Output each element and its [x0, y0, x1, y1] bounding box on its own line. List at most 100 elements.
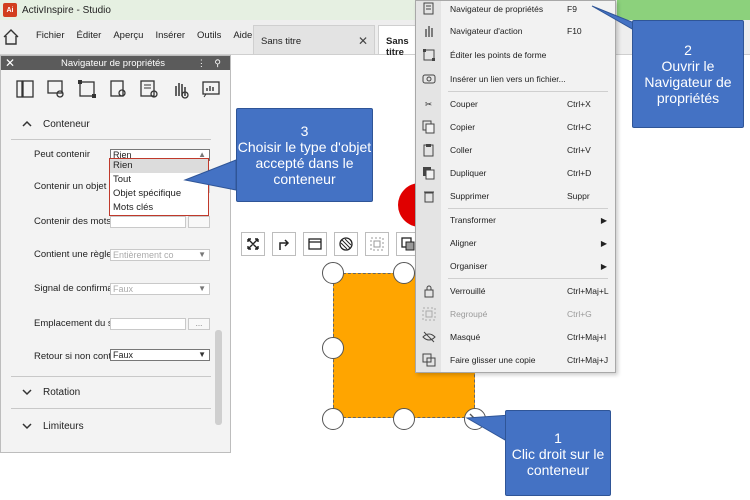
copy-icon: [416, 116, 441, 138]
menu-item-aligner[interactable]: Aligner ▶: [416, 232, 615, 254]
callout-text: Clic droit sur le conteneur: [511, 446, 605, 478]
menu-inserer[interactable]: Insérer: [155, 30, 185, 41]
menu-item-label: Aligner: [450, 238, 477, 248]
chevron-down-icon: ▼: [198, 250, 206, 259]
duplicate-icon: [416, 162, 441, 184]
menu-apercu[interactable]: Aperçu: [113, 30, 143, 41]
menu-item-regroupe[interactable]: Regroupé Ctrl+G: [416, 303, 615, 325]
option-objet-specifique[interactable]: Objet spécifique: [110, 187, 208, 201]
menu-item-label: Organiser: [450, 261, 488, 271]
menu-item-label: Éditer les points de forme: [450, 50, 547, 60]
resize-handle-top-left[interactable]: [322, 262, 344, 284]
panel-header: ✕ Navigateur de propriétés ⋮ ⚲: [1, 56, 230, 70]
panel-title: Navigateur de propriétés: [61, 57, 166, 69]
menu-item-shortcut: Ctrl+G: [567, 309, 592, 319]
menu-item-editer-points[interactable]: Éditer les points de forme: [416, 44, 615, 66]
contenir-mots-field[interactable]: [110, 216, 186, 228]
title-accent-strip: [617, 0, 750, 20]
option-rien[interactable]: Rien: [110, 159, 208, 173]
tab-sans-titre-2[interactable]: Sans titre: [378, 25, 418, 58]
edit-shape-points-icon: [416, 44, 441, 66]
slash-icon: [469, 413, 481, 425]
resize-arrows-icon[interactable]: [241, 232, 265, 256]
emplacement-son-browse-button[interactable]: ...: [188, 318, 210, 330]
callout-number: 2: [684, 42, 692, 58]
menu-aide[interactable]: Aide: [233, 30, 252, 41]
action-browser-icon[interactable]: [168, 77, 192, 101]
resize-handle-bottom-left[interactable]: [322, 408, 344, 430]
window-icon[interactable]: [303, 232, 327, 256]
emplacement-son-field[interactable]: [110, 318, 186, 330]
chevron-up-icon: [22, 120, 32, 127]
section-limiteurs[interactable]: Limiteurs: [11, 411, 211, 441]
prop-label-contenir-mots: Contenir des mots: [34, 216, 112, 227]
menu-item-inserer-lien[interactable]: Insérer un lien vers un fichier...: [416, 68, 615, 90]
menu-item-label: Navigateur d'action: [450, 26, 523, 36]
hidden-eye-icon: [416, 326, 441, 348]
resource-browser-icon[interactable]: [44, 77, 68, 101]
app-logo: Ai: [3, 3, 17, 17]
prop-label-peut-contenir: Peut contenir: [34, 149, 90, 160]
menu-item-label: Copier: [450, 122, 476, 132]
menu-item-shortcut: Ctrl+X: [567, 99, 591, 109]
menu-item-shortcut: Ctrl+Maj+L: [567, 286, 609, 296]
option-tout[interactable]: Tout: [110, 173, 208, 187]
menu-item-label: Faire glisser une copie: [450, 355, 536, 365]
object-browser-icon[interactable]: [75, 77, 99, 101]
voting-browser-icon[interactable]: [199, 77, 223, 101]
app-title: ActivInspire - Studio: [22, 4, 111, 16]
menu-item-supprimer[interactable]: Supprimer Suppr: [416, 185, 615, 207]
group-icon: [416, 303, 441, 325]
menu-item-navigateur-action[interactable]: Navigateur d'action F10: [416, 20, 615, 42]
paste-icon: [416, 139, 441, 161]
menu-item-copier[interactable]: Copier Ctrl+C: [416, 116, 615, 138]
submenu-arrow-icon: ▶: [600, 238, 607, 248]
menu-item-label: Insérer un lien vers un fichier...: [450, 74, 566, 84]
home-icon[interactable]: [2, 28, 20, 46]
select-value: Entièrement co: [113, 250, 174, 260]
menu-item-navigateur-proprietes[interactable]: Navigateur de propriétés F9: [416, 0, 615, 20]
callout-step-2: 2 Ouvrir le Navigateur de propriétés: [632, 20, 744, 128]
group-select-icon[interactable]: [365, 232, 389, 256]
pin-icon[interactable]: ⋮ ⚲: [197, 56, 224, 70]
menu-fichier[interactable]: Fichier: [36, 30, 65, 41]
panel-scrollbar[interactable]: [215, 330, 222, 425]
resize-handle-top[interactable]: [393, 262, 415, 284]
resize-handle-bottom[interactable]: [393, 408, 415, 430]
menu-item-dupliquer[interactable]: Dupliquer Ctrl+D: [416, 162, 615, 184]
menu-item-transformer[interactable]: Transformer ▶: [416, 209, 615, 231]
section-conteneur[interactable]: Conteneur: [11, 109, 211, 139]
tab-label: Sans titre: [261, 36, 302, 47]
menu-item-faire-glisser-copie[interactable]: Faire glisser une copie Ctrl+Maj+J: [416, 349, 615, 371]
panel-toolbar: [1, 70, 230, 108]
resize-handle-left[interactable]: [322, 337, 344, 359]
chevron-down-icon: [22, 423, 32, 430]
menu-item-masque[interactable]: Masqué Ctrl+Maj+I: [416, 326, 615, 348]
select-value: Faux: [113, 284, 134, 294]
menu-item-verrouille[interactable]: Verrouillé Ctrl+Maj+L: [416, 280, 615, 302]
select-value: Faux: [113, 350, 134, 360]
contient-regle-select[interactable]: Entièrement co ▼: [110, 249, 210, 261]
rotate-handle-bottom-right[interactable]: [464, 408, 486, 430]
menu-item-label: Couper: [450, 99, 478, 109]
fill-pattern-icon[interactable]: [334, 232, 358, 256]
notes-browser-icon[interactable]: [106, 77, 130, 101]
close-icon[interactable]: ✕: [358, 34, 368, 48]
menu-item-coller[interactable]: Coller Ctrl+V: [416, 139, 615, 161]
contenir-mots-button[interactable]: [188, 216, 210, 228]
tab-sans-titre-1[interactable]: Sans titre ✕: [253, 25, 375, 54]
retour-select[interactable]: Faux ▼: [110, 349, 210, 361]
menu-item-organiser[interactable]: Organiser ▶: [416, 255, 615, 277]
menu-item-couper[interactable]: ✂ Couper Ctrl+X: [416, 93, 615, 115]
rotate-icon[interactable]: [272, 232, 296, 256]
page-browser-icon[interactable]: [13, 77, 37, 101]
section-rotation[interactable]: Rotation: [11, 377, 211, 407]
menu-editer[interactable]: Éditer: [77, 30, 102, 41]
option-mots-cles[interactable]: Mots clés: [110, 201, 208, 215]
lock-icon: [416, 280, 441, 302]
close-icon[interactable]: ✕: [5, 56, 15, 70]
menu-outils[interactable]: Outils: [197, 30, 221, 41]
signal-confirmation-select[interactable]: Faux ▼: [110, 283, 210, 295]
action-browser-icon: [416, 20, 441, 42]
property-browser-icon[interactable]: [137, 77, 161, 101]
